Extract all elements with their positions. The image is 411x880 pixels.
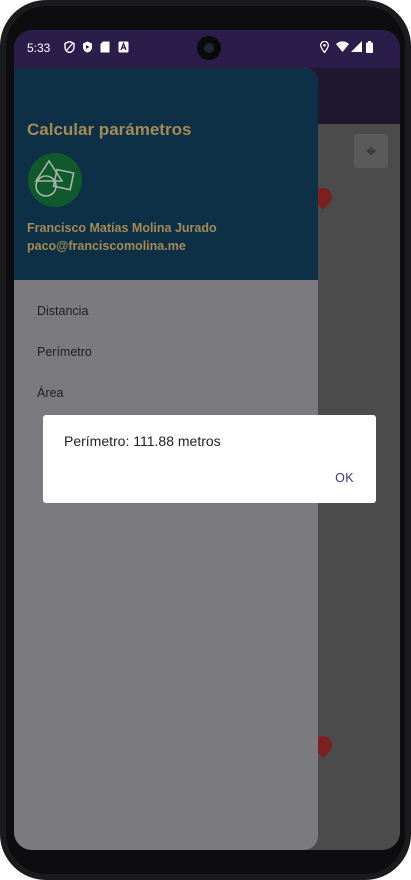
wifi-icon bbox=[336, 41, 349, 55]
device-frame: 5:33 ⌖ Calcular parámetros Francisco Mat… bbox=[0, 0, 411, 880]
shield-icon bbox=[64, 40, 75, 56]
menu-item-area[interactable]: Área bbox=[14, 373, 318, 413]
menu-item-distancia[interactable]: Distancia bbox=[14, 291, 318, 331]
user-email: paco@franciscomolina.me bbox=[27, 239, 186, 253]
sd-card-icon bbox=[100, 41, 110, 56]
play-protect-icon bbox=[82, 41, 93, 56]
geometry-shapes-icon bbox=[34, 159, 75, 197]
signal-icon bbox=[351, 41, 362, 55]
my-location-icon[interactable]: ⌖ bbox=[354, 134, 388, 168]
battery-icon bbox=[366, 41, 373, 56]
status-time: 5:33 bbox=[27, 41, 51, 55]
front-camera bbox=[197, 36, 221, 60]
screen: 5:33 ⌖ Calcular parámetros Francisco Mat… bbox=[14, 30, 400, 850]
status-bar: 5:33 bbox=[14, 30, 400, 68]
device-bezel: 5:33 ⌖ Calcular parámetros Francisco Mat… bbox=[6, 6, 405, 874]
drawer-title: Calcular parámetros bbox=[27, 120, 192, 139]
drawer-header: Calcular parámetros Francisco Matías Mol… bbox=[14, 68, 318, 280]
ok-button[interactable]: OK bbox=[335, 471, 354, 485]
dialog-message: Perímetro: 111.88 metros bbox=[64, 433, 221, 449]
a-badge-icon bbox=[118, 41, 129, 56]
location-icon bbox=[320, 40, 329, 56]
avatar bbox=[28, 153, 82, 207]
result-dialog: Perímetro: 111.88 metros OK bbox=[43, 415, 376, 503]
menu-item-perimetro[interactable]: Perímetro bbox=[14, 332, 318, 372]
user-name: Francisco Matías Molina Jurado bbox=[27, 221, 217, 235]
